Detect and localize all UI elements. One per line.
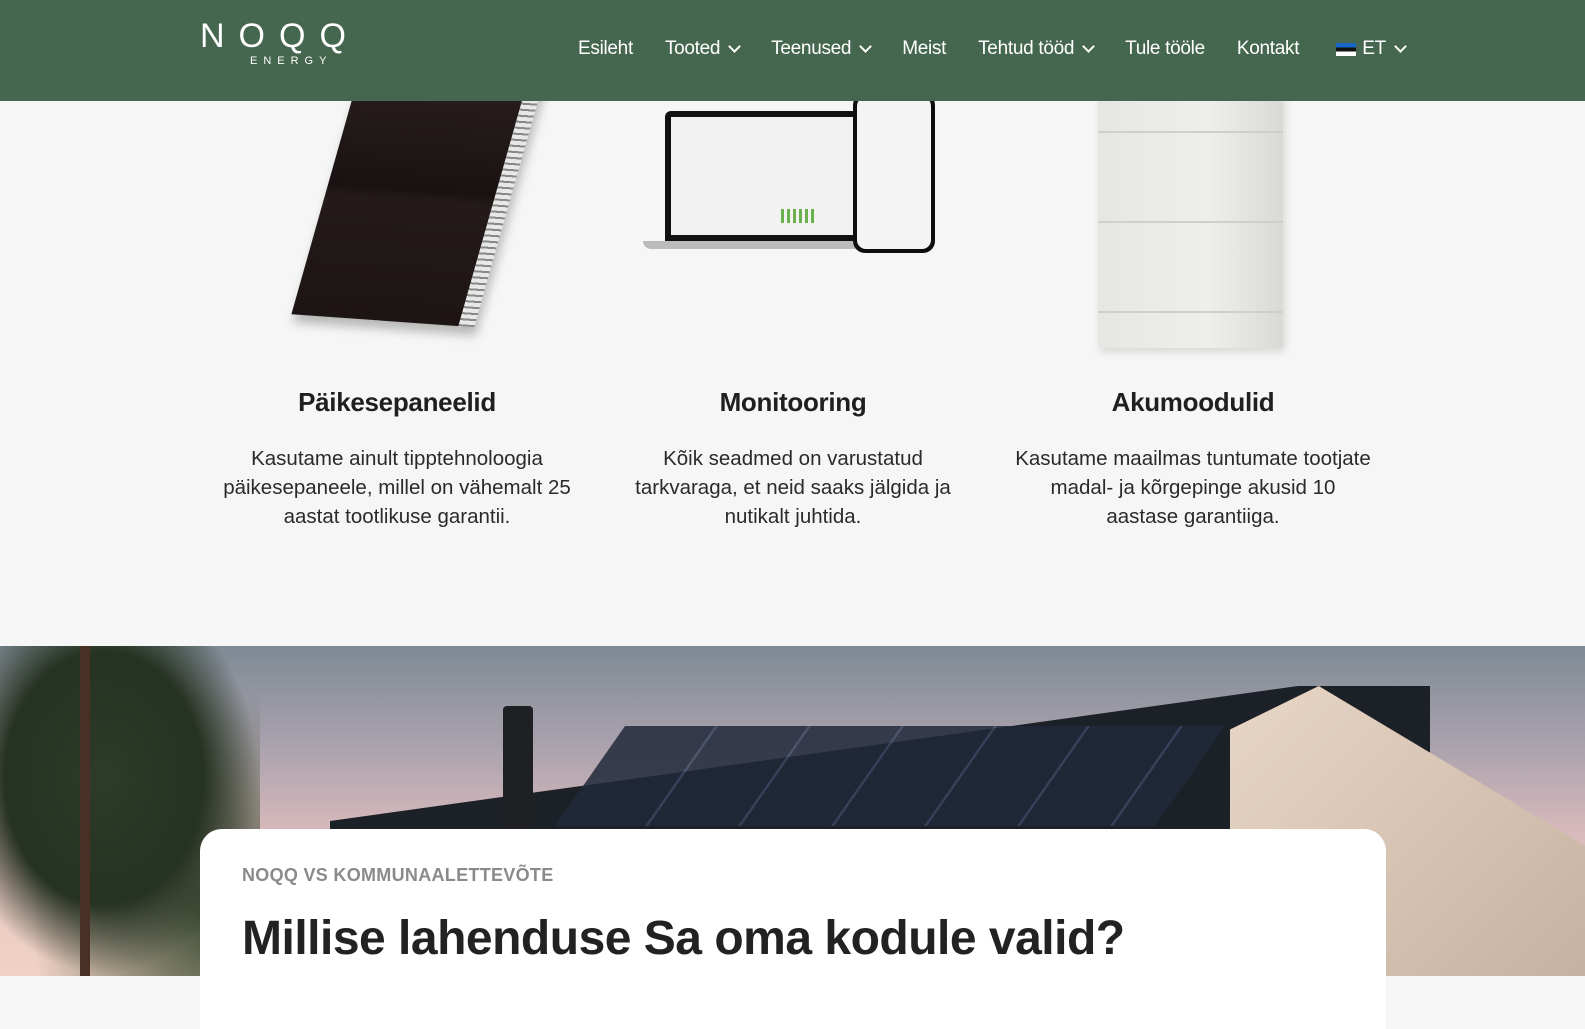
card-eyebrow: NOQQ VS KOMMUNAALETTEVÕTE — [242, 865, 554, 885]
product-card-monitoring: Monitooring Kõik seadmed on varustatud t… — [613, 93, 973, 528]
nav-label: Kontakt — [1236, 38, 1300, 59]
chevron-down-icon — [1082, 40, 1095, 53]
chevron-down-icon — [859, 40, 873, 53]
solar-panel-image — [217, 64, 577, 356]
noqq-logo[interactable]: NOQQ ENERGY — [200, 18, 380, 70]
nav-item-tooted[interactable]: Tooted — [664, 38, 742, 60]
monitoring-devices-image — [613, 93, 973, 356]
estonia-flag-icon — [1336, 42, 1357, 56]
site-header: NOQQ ENERGY Esileht Tooted Teenused Meis… — [0, 0, 1585, 101]
nav-item-esileht[interactable]: Esileht — [578, 38, 633, 60]
product-description: Kasutame maailmas tuntumate tootjate mad… — [1015, 447, 1371, 528]
product-card-solar: Päikesepaneelid Kasutame ainult tipptehn… — [217, 64, 577, 528]
nav-item-meist[interactable]: Meist — [902, 38, 946, 60]
battery-module-image — [1013, 93, 1373, 356]
product-title: Monitooring — [719, 387, 867, 417]
nav-label: Teenused — [771, 38, 852, 59]
product-card-battery: Akumoodulid Kasutame maailmas tuntumate … — [1013, 93, 1373, 528]
product-description: Kasutame ainult tipptehnoloogia päikesep… — [223, 447, 571, 528]
nav-label: Meist — [902, 38, 947, 59]
nav-item-tule-toole[interactable]: Tule tööle — [1125, 38, 1205, 60]
comparison-card: NOQQ VS KOMMUNAALETTEVÕTE Millise lahend… — [200, 829, 1386, 1029]
card-title: Millise lahenduse Sa oma kodule valid? — [242, 912, 1125, 965]
nav-label: Esileht — [578, 38, 633, 59]
products-section: Päikesepaneelid Kasutame ainult tipptehn… — [0, 64, 1585, 646]
logo-sub-text: ENERGY — [250, 55, 333, 67]
chevron-down-icon — [728, 40, 742, 53]
product-description: Kõik seadmed on varustatud tarkvaraga, e… — [635, 447, 951, 528]
nav-label: Tule tööle — [1125, 38, 1205, 59]
logo-main-text: NOQQ — [200, 17, 360, 55]
chevron-down-icon — [1394, 40, 1407, 53]
product-title: Akumoodulid — [1111, 387, 1275, 417]
nav-label: Tooted — [664, 38, 721, 59]
nav-label: Tehtud tööd — [978, 38, 1075, 59]
language-label: ET — [1362, 38, 1386, 59]
nav-item-teenused[interactable]: Teenused — [771, 38, 873, 60]
language-selector[interactable]: ET — [1336, 38, 1407, 60]
main-nav: Esileht Tooted Teenused Meist Tehtud töö… — [578, 34, 1407, 64]
nav-item-kontakt[interactable]: Kontakt — [1236, 38, 1300, 60]
product-title: Päikesepaneelid — [298, 387, 496, 417]
nav-item-tehtud-tood[interactable]: Tehtud tööd — [978, 38, 1095, 60]
